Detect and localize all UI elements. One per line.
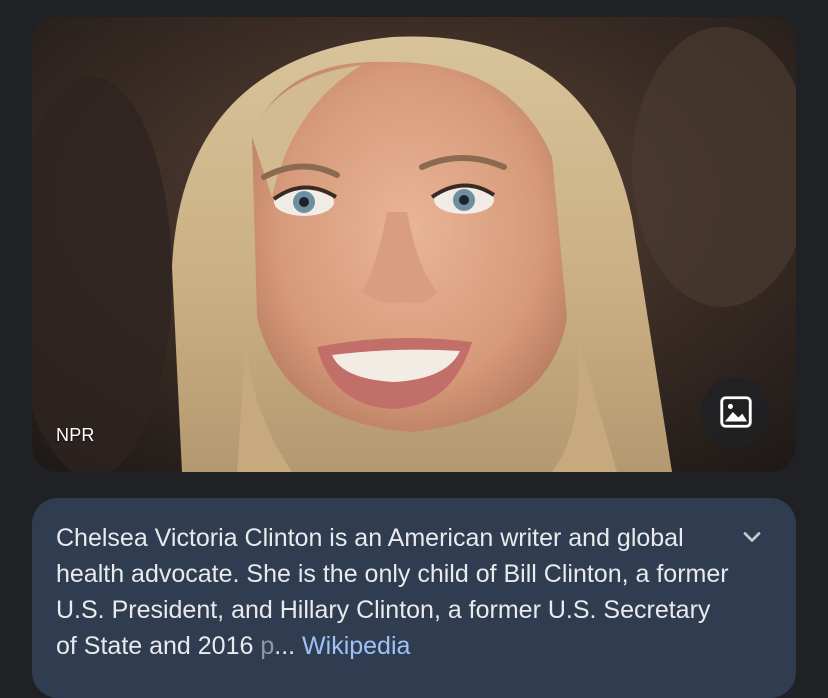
knowledge-panel-image-card[interactable]: NPR <box>32 17 796 472</box>
description-card: Chelsea Victoria Clinton is an American … <box>32 498 796 698</box>
view-images-button[interactable] <box>701 377 771 447</box>
expand-description-button[interactable] <box>732 520 772 554</box>
portrait-photo <box>32 17 796 472</box>
description-faded-text: p <box>260 632 275 660</box>
image-source-label: NPR <box>56 425 95 445</box>
description-ellipsis: ... <box>274 632 296 660</box>
chevron-down-icon <box>743 532 761 542</box>
wikipedia-link[interactable]: Wikipedia <box>302 632 410 660</box>
description-text: Chelsea Victoria Clinton is an American … <box>56 520 732 664</box>
image-icon <box>720 396 752 428</box>
